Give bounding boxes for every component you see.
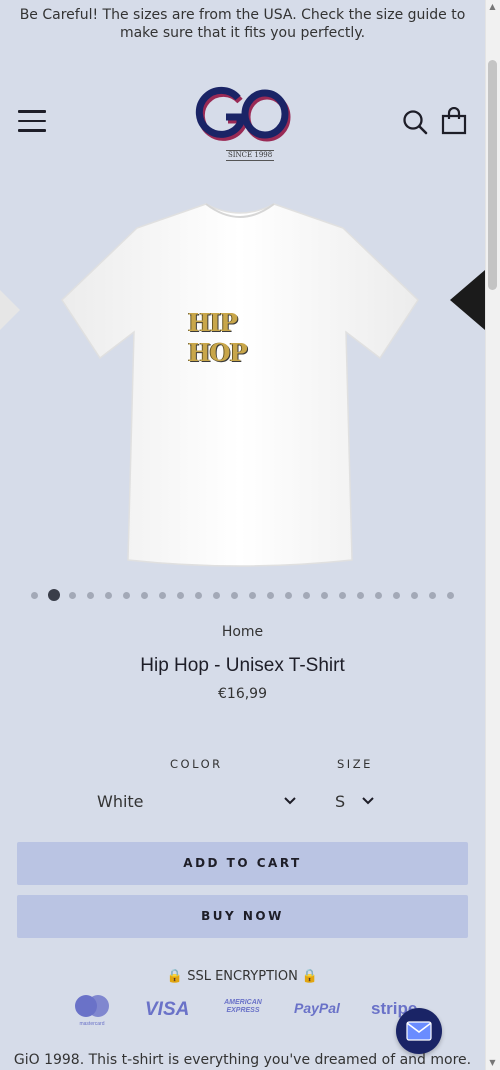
gallery-dot[interactable]: [123, 591, 130, 599]
gallery-dot[interactable]: [141, 591, 148, 599]
mastercard-label: mastercard: [79, 1021, 104, 1027]
american-express-icon: AMERICAN EXPRESS: [224, 999, 262, 1014]
gallery-dot[interactable]: [249, 591, 256, 599]
product-title: Hip Hop - Unisex T-Shirt: [140, 655, 345, 676]
site-header: SINCE 1998: [0, 80, 485, 170]
product-tshirt-image[interactable]: [58, 200, 422, 570]
color-select-value: White: [97, 792, 144, 811]
gallery-dot[interactable]: [87, 591, 94, 599]
scroll-up-arrow-icon[interactable]: ▲: [488, 2, 497, 12]
search-icon[interactable]: [402, 109, 428, 135]
gallery-dot[interactable]: [447, 591, 454, 599]
logo-since-text: SINCE 1998: [226, 150, 275, 161]
gallery-dot[interactable]: [285, 591, 292, 599]
buy-now-button[interactable]: BUY NOW: [17, 895, 468, 938]
breadcrumb[interactable]: Home: [0, 624, 485, 640]
chevron-down-icon: [362, 797, 374, 805]
gallery-dot[interactable]: [69, 591, 76, 599]
gallery-dot[interactable]: [375, 591, 382, 599]
brand-logo[interactable]: SINCE 1998: [192, 84, 294, 164]
visa-icon: VISA: [145, 999, 190, 1020]
gallery-dot[interactable]: [105, 591, 112, 599]
product-description: GiO 1998. This t-shirt is everything you…: [13, 1052, 472, 1068]
next-shirt-image[interactable]: [450, 270, 485, 350]
chevron-down-icon: [284, 797, 296, 805]
gallery-dot[interactable]: [31, 591, 38, 599]
gallery-dot[interactable]: [429, 591, 436, 599]
gallery-pagination: [0, 588, 485, 602]
scrollbar[interactable]: ▲ ▼: [485, 0, 500, 1070]
gallery-dot[interactable]: [159, 591, 166, 599]
announcement-bar: Be Careful! The sizes are from the USA. …: [19, 7, 466, 41]
logo-mark-icon: [195, 86, 291, 142]
gallery-dot[interactable]: [47, 589, 60, 601]
color-label: COLOR: [170, 757, 223, 771]
envelope-icon: [406, 1021, 432, 1041]
shirt-print-text: HIP HOP: [188, 308, 248, 367]
gallery-dot[interactable]: [195, 591, 202, 599]
gallery-dot[interactable]: [339, 591, 346, 599]
cart-icon[interactable]: [441, 106, 467, 135]
mastercard-icon: mastercard: [74, 994, 110, 1028]
gallery-dot[interactable]: [303, 591, 310, 599]
menu-icon[interactable]: [18, 110, 46, 132]
size-select[interactable]: S: [330, 786, 380, 818]
size-label: SIZE: [337, 757, 373, 771]
contact-chat-button[interactable]: [396, 1008, 442, 1054]
product-price: €16,99: [218, 686, 267, 702]
product-image-gallery[interactable]: HIP HOP: [0, 190, 485, 580]
paypal-icon: PayPal: [294, 1000, 340, 1016]
gallery-dot[interactable]: [393, 591, 400, 599]
previous-shirt-image[interactable]: [0, 270, 30, 360]
gallery-dot[interactable]: [177, 591, 184, 599]
gallery-dot[interactable]: [267, 591, 274, 599]
gallery-dot[interactable]: [321, 591, 328, 599]
color-select[interactable]: White: [90, 786, 302, 818]
payment-methods: mastercard VISA AMERICAN EXPRESS PayPal …: [70, 994, 430, 1028]
gallery-dot[interactable]: [411, 591, 418, 599]
gallery-dot[interactable]: [231, 591, 238, 599]
add-to-cart-button[interactable]: ADD TO CART: [17, 842, 468, 885]
scrollbar-thumb[interactable]: [488, 60, 497, 290]
scroll-down-arrow-icon[interactable]: ▼: [488, 1058, 497, 1068]
ssl-encryption-text: 🔒 SSL ENCRYPTION 🔒: [166, 969, 319, 984]
size-select-value: S: [335, 792, 346, 811]
gallery-dot[interactable]: [213, 591, 220, 599]
gallery-dot[interactable]: [357, 591, 364, 599]
